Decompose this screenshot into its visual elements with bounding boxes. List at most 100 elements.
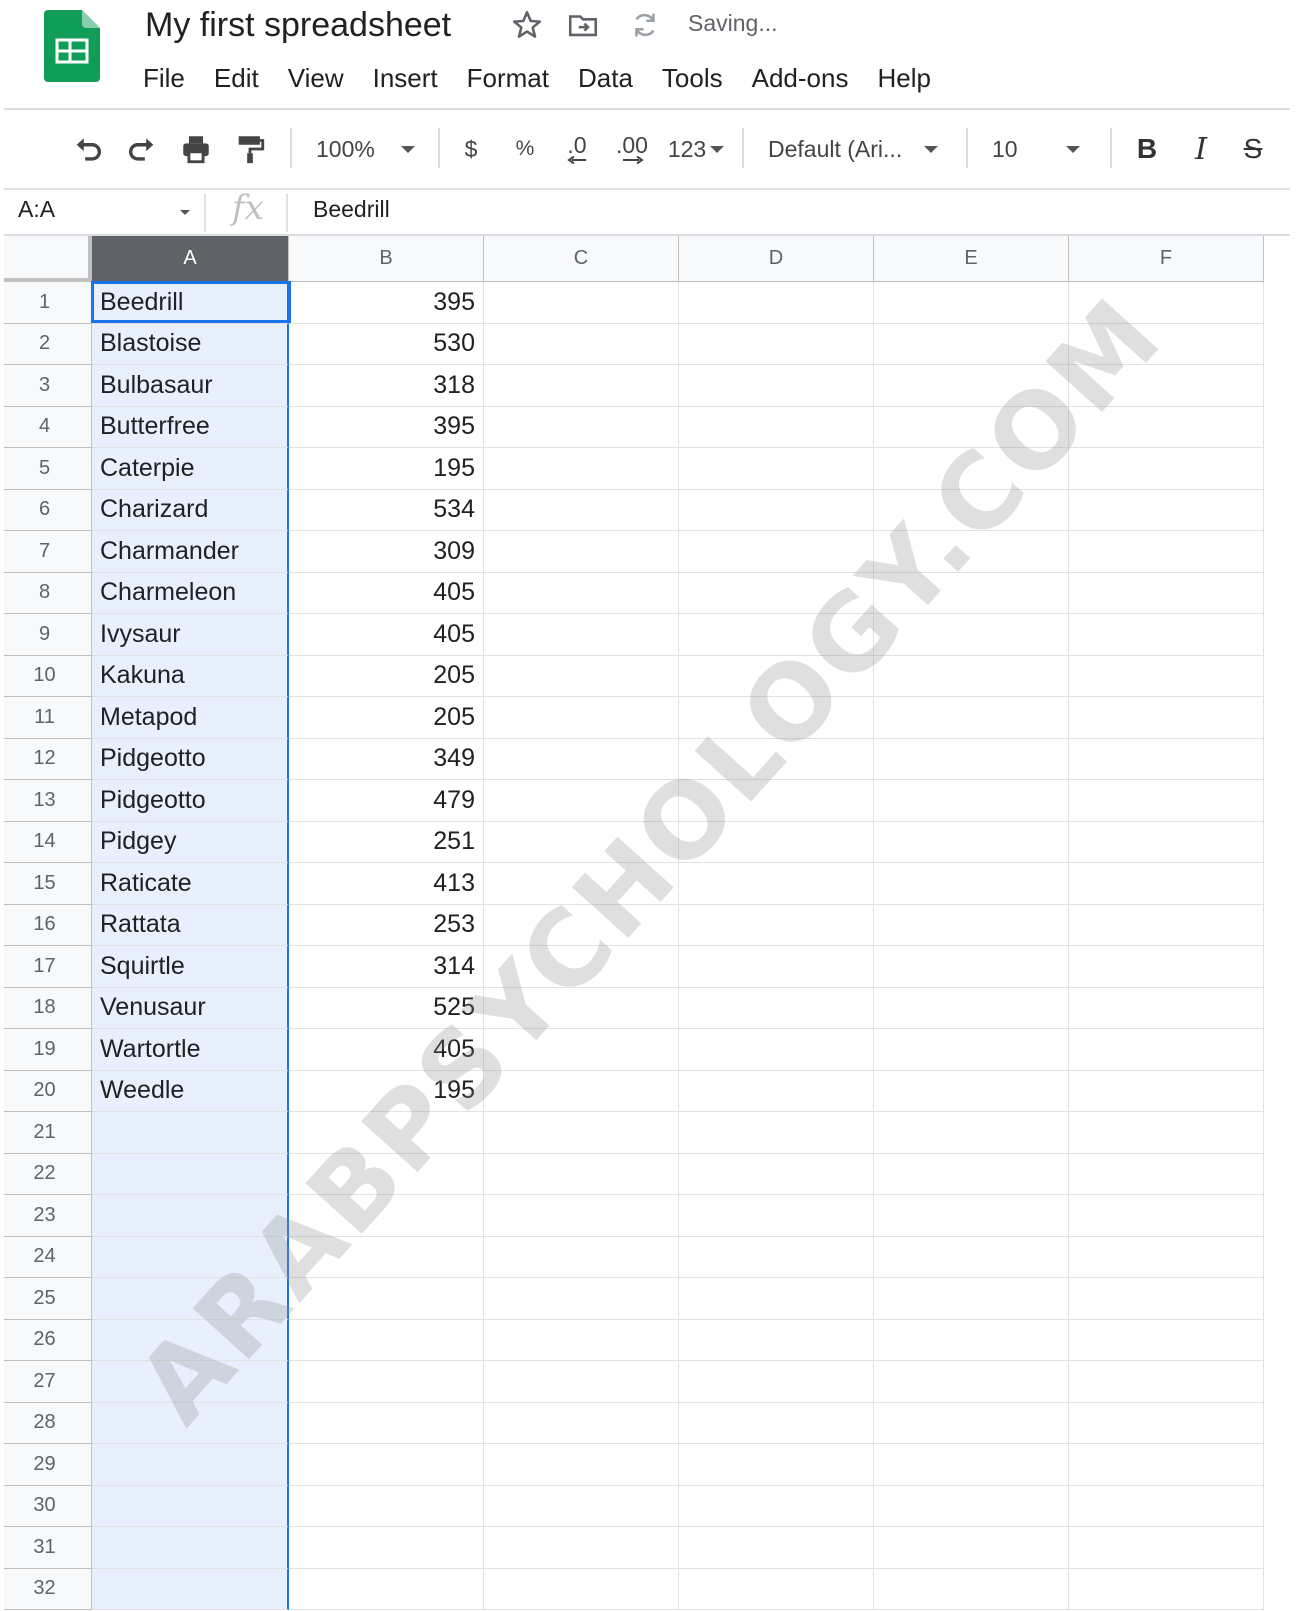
- cell-b8[interactable]: 405: [289, 572, 484, 614]
- cell-b14[interactable]: 251: [289, 821, 484, 863]
- cell-d9[interactable]: [679, 614, 874, 656]
- cell-d6[interactable]: [679, 489, 874, 531]
- cell-c22[interactable]: [484, 1153, 679, 1195]
- star-icon[interactable]: [510, 8, 544, 42]
- chevron-down-icon[interactable]: [180, 210, 190, 215]
- cell-a31[interactable]: [92, 1527, 289, 1569]
- cell-c32[interactable]: [484, 1568, 679, 1610]
- cell-a8[interactable]: Charmeleon: [92, 572, 289, 614]
- menu-format[interactable]: Format: [467, 60, 549, 96]
- cell-d12[interactable]: [679, 738, 874, 780]
- cell-e31[interactable]: [874, 1527, 1069, 1569]
- cell-b10[interactable]: 205: [289, 655, 484, 697]
- cell-b2[interactable]: 530: [289, 323, 484, 365]
- cell-c5[interactable]: [484, 448, 679, 490]
- cell-d29[interactable]: [679, 1444, 874, 1486]
- font-family-select[interactable]: Default (Ari...: [768, 128, 948, 170]
- cell-d24[interactable]: [679, 1236, 874, 1278]
- cell-e16[interactable]: [874, 904, 1069, 946]
- cell-a15[interactable]: Raticate: [92, 863, 289, 905]
- menu-data[interactable]: Data: [578, 60, 633, 96]
- row-header[interactable]: 4: [4, 406, 92, 448]
- cell-a29[interactable]: [92, 1444, 289, 1486]
- row-header[interactable]: 8: [4, 572, 92, 614]
- cell-a14[interactable]: Pidgey: [92, 821, 289, 863]
- cell-e20[interactable]: [874, 1070, 1069, 1112]
- cell-c16[interactable]: [484, 904, 679, 946]
- cell-e19[interactable]: [874, 1029, 1069, 1071]
- cell-f32[interactable]: [1069, 1568, 1264, 1610]
- cell-e2[interactable]: [874, 323, 1069, 365]
- strikethrough-button[interactable]: S: [1236, 128, 1270, 170]
- cell-e1[interactable]: [874, 282, 1069, 324]
- cell-d19[interactable]: [679, 1029, 874, 1071]
- cell-a5[interactable]: Caterpie: [92, 448, 289, 490]
- cell-d16[interactable]: [679, 904, 874, 946]
- cell-a30[interactable]: [92, 1485, 289, 1527]
- cell-e15[interactable]: [874, 863, 1069, 905]
- row-header[interactable]: 15: [4, 863, 92, 905]
- cell-a19[interactable]: Wartortle: [92, 1029, 289, 1071]
- move-to-folder-icon[interactable]: [566, 8, 600, 42]
- cell-b23[interactable]: [289, 1195, 484, 1237]
- cell-a28[interactable]: [92, 1402, 289, 1444]
- cell-d26[interactable]: [679, 1319, 874, 1361]
- menu-help[interactable]: Help: [877, 60, 930, 96]
- cell-d31[interactable]: [679, 1527, 874, 1569]
- cell-f1[interactable]: [1069, 282, 1264, 324]
- cell-f19[interactable]: [1069, 1029, 1264, 1071]
- cell-b6[interactable]: 534: [289, 489, 484, 531]
- cell-d14[interactable]: [679, 821, 874, 863]
- cell-c11[interactable]: [484, 697, 679, 739]
- row-header[interactable]: 29: [4, 1444, 92, 1486]
- cell-c15[interactable]: [484, 863, 679, 905]
- cell-e17[interactable]: [874, 946, 1069, 988]
- cell-d2[interactable]: [679, 323, 874, 365]
- cell-b29[interactable]: [289, 1444, 484, 1486]
- cell-a21[interactable]: [92, 1112, 289, 1154]
- cell-c23[interactable]: [484, 1195, 679, 1237]
- cell-f20[interactable]: [1069, 1070, 1264, 1112]
- cell-e29[interactable]: [874, 1444, 1069, 1486]
- cell-d3[interactable]: [679, 365, 874, 407]
- row-header[interactable]: 2: [4, 323, 92, 365]
- cell-f18[interactable]: [1069, 987, 1264, 1029]
- cell-e21[interactable]: [874, 1112, 1069, 1154]
- cell-d1[interactable]: [679, 282, 874, 324]
- cell-e24[interactable]: [874, 1236, 1069, 1278]
- cell-f10[interactable]: [1069, 655, 1264, 697]
- cell-f6[interactable]: [1069, 489, 1264, 531]
- cell-c18[interactable]: [484, 987, 679, 1029]
- cell-b11[interactable]: 205: [289, 697, 484, 739]
- cell-b32[interactable]: [289, 1568, 484, 1610]
- menu-insert[interactable]: Insert: [373, 60, 438, 96]
- cell-c20[interactable]: [484, 1070, 679, 1112]
- cell-e6[interactable]: [874, 489, 1069, 531]
- cell-b25[interactable]: [289, 1278, 484, 1320]
- cell-a17[interactable]: Squirtle: [92, 946, 289, 988]
- row-header[interactable]: 31: [4, 1527, 92, 1569]
- paint-format-icon[interactable]: [230, 128, 270, 170]
- row-header[interactable]: 27: [4, 1361, 92, 1403]
- cell-a16[interactable]: Rattata: [92, 904, 289, 946]
- cell-c29[interactable]: [484, 1444, 679, 1486]
- cell-f7[interactable]: [1069, 531, 1264, 573]
- row-header[interactable]: 12: [4, 738, 92, 780]
- cell-c2[interactable]: [484, 323, 679, 365]
- cell-f28[interactable]: [1069, 1402, 1264, 1444]
- cell-c10[interactable]: [484, 655, 679, 697]
- cell-f13[interactable]: [1069, 780, 1264, 822]
- cell-e28[interactable]: [874, 1402, 1069, 1444]
- cell-f29[interactable]: [1069, 1444, 1264, 1486]
- column-header-d[interactable]: D: [679, 236, 874, 282]
- cell-b13[interactable]: 479: [289, 780, 484, 822]
- cell-d11[interactable]: [679, 697, 874, 739]
- cell-c30[interactable]: [484, 1485, 679, 1527]
- cell-a27[interactable]: [92, 1361, 289, 1403]
- cell-c3[interactable]: [484, 365, 679, 407]
- cell-c6[interactable]: [484, 489, 679, 531]
- cell-d20[interactable]: [679, 1070, 874, 1112]
- cell-d25[interactable]: [679, 1278, 874, 1320]
- cell-c7[interactable]: [484, 531, 679, 573]
- menu-tools[interactable]: Tools: [662, 60, 723, 96]
